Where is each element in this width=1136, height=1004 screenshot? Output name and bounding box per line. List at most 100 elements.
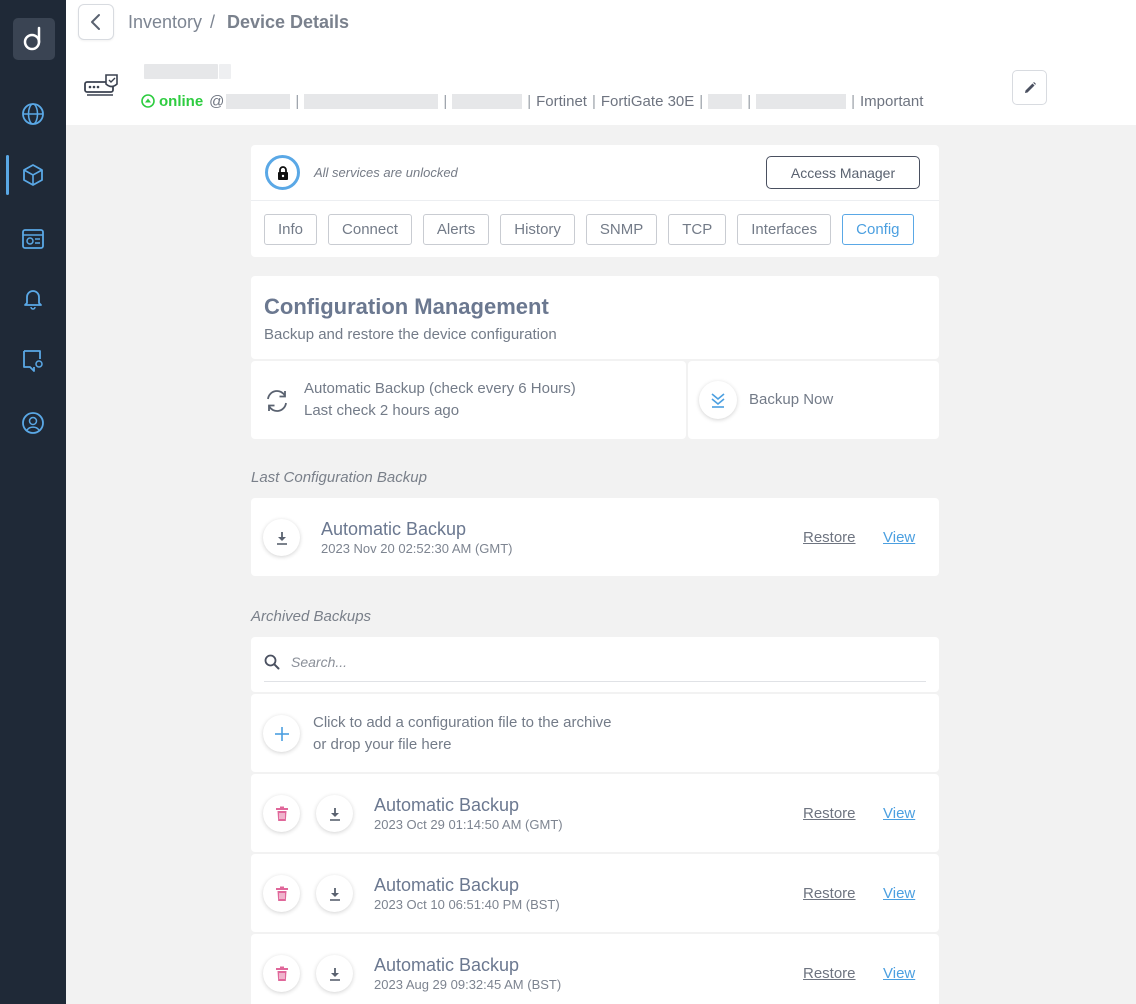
backup-name: Automatic Backup (374, 955, 520, 975)
config-header-card: Configuration Management Backup and rest… (251, 276, 939, 359)
map-icon (23, 350, 43, 372)
auto-backup-card: Automatic Backup (check every 6 Hours) L… (251, 361, 686, 439)
config-subtitle: Backup and restore the device configurat… (264, 326, 557, 343)
tab-snmp[interactable]: SNMP (585, 214, 658, 245)
separator: | (851, 92, 855, 110)
view-link[interactable]: View (883, 529, 915, 546)
edit-device-button[interactable] (1012, 70, 1047, 105)
access-and-tabs-card: All services are unlocked Access Manager… (251, 145, 939, 257)
download-button[interactable] (316, 875, 353, 912)
breadcrumb-separator: / (210, 12, 216, 32)
double-chevron-down-icon (711, 393, 725, 408)
device-model: FortiGate 30E (600, 92, 695, 110)
sidebar-item-dashboard[interactable] (0, 219, 66, 259)
auto-backup-interval: Automatic Backup (check every 6 Hours) (304, 380, 576, 397)
tab-history[interactable]: History (500, 214, 575, 245)
breadcrumb-inventory[interactable]: Inventory (128, 12, 202, 33)
device-vendor: Fortinet (536, 92, 587, 110)
access-manager-button[interactable]: Access Manager (766, 156, 920, 189)
download-icon (276, 531, 287, 545)
support-icon (22, 412, 44, 434)
redacted-block (219, 64, 231, 79)
divider (251, 200, 939, 201)
online-status: online (141, 93, 203, 110)
archive-search-input[interactable] (291, 651, 911, 673)
back-button[interactable] (78, 4, 114, 40)
ip-redacted (226, 93, 291, 109)
backup-name: Automatic Backup (374, 875, 520, 895)
restore-link[interactable]: Restore (803, 965, 856, 982)
download-icon (329, 807, 340, 821)
backup-date: 2023 Nov 20 02:52:30 AM (GMT) (321, 541, 513, 556)
lock-icon (277, 165, 288, 180)
backup-name: Automatic Backup (321, 519, 467, 539)
trash-icon (275, 966, 288, 981)
config-title: Configuration Management (264, 294, 549, 319)
status-text: online (159, 92, 204, 110)
mac-redacted (452, 93, 523, 109)
last-backup-section-label: Last Configuration Backup (251, 469, 427, 486)
backup-now-button[interactable] (699, 381, 737, 419)
archived-backup-row: Automatic Backup 2023 Oct 10 06:51:40 PM… (251, 854, 939, 932)
access-message: All services are unlocked (314, 165, 458, 180)
backup-now-card[interactable]: Backup Now (688, 361, 939, 439)
search-underline (264, 681, 926, 682)
tab-config[interactable]: Config (842, 214, 914, 245)
lock-status (265, 155, 300, 190)
restore-link[interactable]: Restore (803, 805, 856, 822)
device-type-icon (84, 72, 120, 107)
sidebar-item-map[interactable] (0, 340, 66, 380)
tab-connect[interactable]: Connect (328, 214, 412, 245)
search-icon (264, 654, 280, 675)
backup-now-label[interactable]: Backup Now (749, 391, 833, 408)
tab-tcp[interactable]: TCP (668, 214, 727, 245)
location-redacted (756, 93, 847, 109)
backup-name: Automatic Backup (374, 795, 520, 815)
restore-link[interactable]: Restore (803, 529, 856, 546)
bell-icon (24, 290, 42, 310)
tab-alerts[interactable]: Alerts (422, 214, 490, 245)
trash-icon (275, 806, 288, 821)
separator: | (443, 92, 448, 110)
sidebar-item-alerts[interactable] (0, 278, 66, 318)
sidebar-item-inventory[interactable] (0, 155, 66, 195)
device-name-redacted (144, 64, 218, 79)
download-button[interactable] (316, 955, 353, 992)
plus-icon (274, 726, 289, 741)
view-link[interactable]: View (883, 805, 915, 822)
device-priority: Important (860, 92, 924, 110)
restore-link[interactable]: Restore (803, 885, 856, 902)
backup-date: 2023 Aug 29 09:32:45 AM (BST) (374, 977, 562, 992)
app-logo[interactable] (13, 18, 55, 60)
delete-button[interactable] (263, 875, 300, 912)
add-config-dropzone[interactable]: Click to add a configuration file to the… (251, 694, 939, 772)
view-link[interactable]: View (883, 885, 915, 902)
download-button[interactable] (263, 519, 300, 556)
auto-backup-status (263, 387, 291, 420)
download-button[interactable] (316, 795, 353, 832)
dashboard-icon (22, 229, 44, 249)
pencil-icon (1024, 81, 1036, 93)
page-header: Inventory / Device Details online @ | | … (66, 0, 1136, 125)
archived-backup-row: Automatic Backup 2023 Oct 29 01:14:50 AM… (251, 774, 939, 852)
tab-info[interactable]: Info (264, 214, 318, 245)
refresh-icon (267, 390, 287, 412)
info-redacted (708, 93, 743, 109)
delete-button[interactable] (263, 955, 300, 992)
page-title: Device Details (227, 12, 350, 32)
sidebar-item-support[interactable] (0, 403, 66, 443)
add-config-button[interactable] (263, 715, 300, 752)
trash-icon (275, 886, 288, 901)
sidebar (0, 0, 66, 1004)
download-icon (329, 967, 340, 981)
tab-interfaces[interactable]: Interfaces (737, 214, 832, 245)
archived-section-label: Archived Backups (251, 608, 372, 625)
backup-date: 2023 Oct 29 01:14:50 AM (GMT) (374, 817, 563, 832)
device-status-line: online @ | | | Fortinet | FortiGate 30E … (141, 91, 923, 111)
hostname-redacted (304, 93, 439, 109)
archived-backup-row: Automatic Backup 2023 Aug 29 09:32:45 AM… (251, 934, 939, 1004)
view-link[interactable]: View (883, 965, 915, 982)
delete-button[interactable] (263, 795, 300, 832)
separator: | (699, 92, 704, 110)
sidebar-item-globe[interactable] (0, 94, 66, 134)
